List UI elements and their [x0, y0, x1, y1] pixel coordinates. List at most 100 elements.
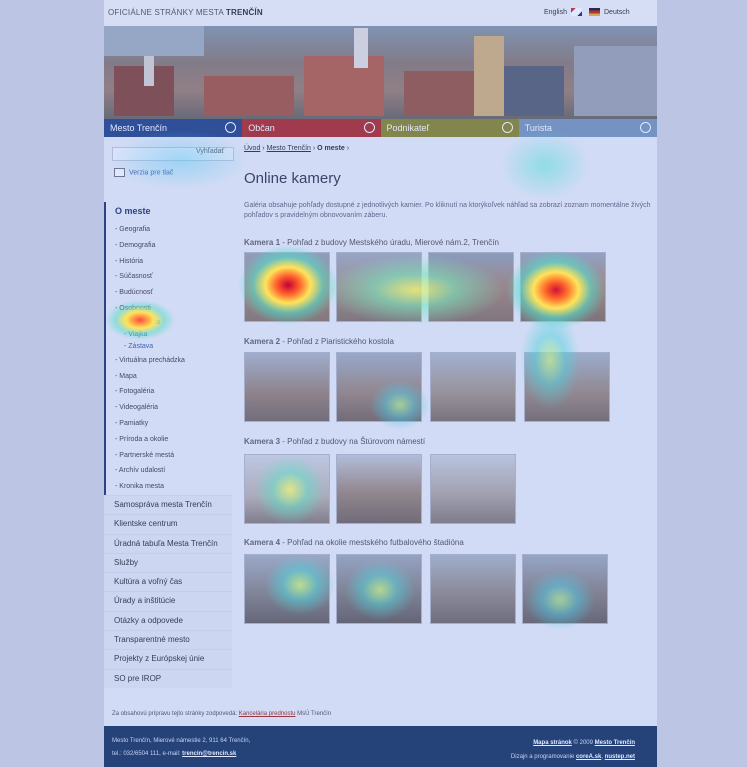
camera-3-thumb-2[interactable] — [336, 454, 422, 524]
uk-flag-icon[interactable] — [571, 8, 582, 16]
camera-3-thumb-1[interactable] — [244, 454, 330, 524]
footer-contact-text: tel.: 032/6504 111, e-mail: — [112, 751, 183, 757]
camera-1-thumb-4[interactable] — [520, 252, 606, 322]
breadcrumb-current: O meste — [317, 145, 345, 152]
sidebar-sub2-label: Zástava — [128, 342, 154, 350]
nav-tab-label: Turista — [524, 123, 552, 133]
sidebar-sub2-item[interactable]: - Vlajka — [104, 328, 232, 341]
camera-4-thumb-2[interactable] — [336, 554, 422, 624]
sidebar-item-uradna-tabula[interactable]: Úradná tabuľa Mesta Trenčín — [104, 533, 232, 553]
sidebar-sub-item[interactable]: - Kronika mesta — [104, 479, 232, 495]
footer-sitemap-link[interactable]: Mapa stránok — [533, 740, 572, 746]
camera-2-thumb-4[interactable] — [524, 352, 610, 422]
sidebar-sub-item[interactable]: - Virtuálna prechádzka — [104, 352, 232, 369]
footnote: Za obsahovú prípravu tejto stránky zodpo… — [112, 711, 331, 717]
sidebar-item-projekty-eu[interactable]: Projekty z Európskej únie — [104, 649, 232, 669]
camera-2-thumb-1[interactable] — [244, 352, 330, 422]
sidebar-sub2-item[interactable]: - Zástava — [104, 340, 232, 353]
sidebar-sub-label: Videogaléria — [119, 404, 159, 412]
footnote-text: Za obsahovú prípravu tejto stránky zodpo… — [112, 711, 239, 717]
sidebar-sub-item[interactable]: - Mapa — [104, 368, 232, 385]
breadcrumb-city[interactable]: Mesto Trenčín — [267, 145, 311, 152]
sidebar-item-sluzby[interactable]: Služby — [104, 552, 232, 573]
page: OFICIÁLNE STRÁNKY MESTA TRENČÍN English … — [0, 0, 747, 767]
de-flag-icon[interactable] — [589, 8, 600, 16]
camera-1-thumb-2[interactable] — [336, 252, 422, 322]
sidebar: O meste - Geografia - Demografia - Histó… — [104, 202, 232, 688]
camera-3-thumb-3[interactable] — [430, 454, 516, 524]
camera-4-thumb-1[interactable] — [244, 554, 330, 624]
sidebar-sub-item[interactable]: - Osobnosti — [104, 300, 232, 317]
sidebar-sub-item[interactable]: - Partnerské mestá — [104, 447, 232, 464]
footer: Mesto Trenčín, Mierové námestie 2, 911 6… — [104, 726, 657, 767]
sidebar-sub2-item[interactable]: - Erb mesta — [104, 316, 232, 329]
nav-tab-label: Občan — [248, 123, 275, 133]
nav-tab-podnikatel[interactable]: Podnikateľ — [380, 119, 519, 137]
footer-design-text: Dizajn a programovanie — [510, 754, 576, 760]
sidebar-item-transparentne[interactable]: Transparentné mesto — [104, 630, 232, 650]
arrow-icon — [363, 122, 375, 133]
sidebar-item-urady[interactable]: Úrady a inštitúcie — [104, 591, 232, 611]
camera-desc: - Pohľad na okolie mestského futbalového… — [280, 538, 464, 547]
footer-design-link-2[interactable]: nustep.net — [605, 754, 635, 760]
sidebar-sub-label: Súčasnosť — [119, 273, 153, 281]
footer-contact: tel.: 032/6504 111, e-mail: trencin@tren… — [112, 751, 236, 757]
nav-tab-turista[interactable]: Turista — [518, 119, 657, 137]
print-link[interactable]: Verzia pre tlač — [114, 168, 173, 177]
sidebar-sub-item[interactable]: - Videogaléria — [104, 400, 232, 416]
camera-desc: - Pohľad z Piaristického kostola — [280, 337, 394, 346]
main-navigation: Mesto Trenčín Občan Podnikateľ Turista — [104, 119, 657, 137]
sidebar-sub-item[interactable]: - Archív udalostí — [104, 463, 232, 480]
lang-deutsch-link[interactable]: Deutsch — [604, 9, 630, 16]
camera-2-thumb-3[interactable] — [430, 352, 516, 422]
site-title[interactable]: OFICIÁLNE STRÁNKY MESTA TRENČÍN — [108, 8, 263, 17]
sidebar-sub-item[interactable]: - Geografia — [104, 222, 232, 238]
sidebar-item-otazky[interactable]: Otázky a odpovede — [104, 610, 232, 631]
sidebar-item-samosprava[interactable]: Samospráva mesta Trenčín — [104, 494, 232, 515]
sidebar-sub-item[interactable]: - Demografia — [104, 237, 232, 254]
camera-label: Kamera 1 — [244, 238, 281, 247]
top-bar: OFICIÁLNE STRÁNKY MESTA TRENČÍN English … — [104, 0, 657, 26]
camera-2-thumb-2[interactable] — [336, 352, 422, 422]
nav-tab-mesto[interactable]: Mesto Trenčín — [104, 119, 243, 137]
page-title: Online kamery — [244, 170, 341, 187]
nav-tab-obcan[interactable]: Občan — [242, 119, 381, 137]
sidebar-sub-label: Fotogaléria — [119, 388, 155, 396]
sidebar-sub2-label: Vlajka — [128, 330, 148, 338]
sidebar-item-so-irop[interactable]: SO pre IROP — [104, 668, 232, 688]
camera-1-thumb-3[interactable] — [428, 252, 514, 322]
lang-english-link[interactable]: English — [544, 9, 567, 16]
footnote-text-post: MsÚ Trenčín — [295, 711, 332, 717]
sidebar-item-o-meste[interactable]: O meste — [104, 202, 232, 222]
camera-4-thumb-4[interactable] — [522, 554, 608, 624]
sidebar-item-klientske-centrum[interactable]: Klientske centrum — [104, 514, 232, 534]
camera-desc: - Pohľad z budovy Mestského úradu, Miero… — [280, 238, 499, 247]
camera-3-title: Kamera 3 - Pohľad z budovy na Štúrovom n… — [244, 437, 425, 446]
nav-tab-label: Mesto Trenčín — [110, 123, 168, 133]
print-label: Verzia pre tlač — [129, 169, 174, 177]
footer-design-line: Dizajn a programovanie coreA.sk, nustep.… — [510, 754, 635, 760]
sidebar-sub-label: Mapa — [119, 372, 137, 380]
search-button[interactable]: Vyhľadať — [196, 148, 224, 155]
footnote-link[interactable]: Kancelária prednostu — [239, 711, 296, 717]
chevron-icon — [225, 122, 237, 133]
sidebar-sub-item[interactable]: - Budúcnosť — [104, 285, 232, 301]
footer-design-link-1[interactable]: coreA.sk — [576, 754, 601, 760]
sidebar-item-kultura[interactable]: Kultúra a voľný čas — [104, 572, 232, 592]
sidebar-sub-item[interactable]: - Súčasnosť — [104, 269, 232, 286]
camera-label: Kamera 4 — [244, 538, 281, 547]
footer-address: Mesto Trenčín, Mierové námestie 2, 911 6… — [112, 738, 251, 744]
sidebar-sub-item[interactable]: - História — [104, 253, 232, 270]
camera-1-thumb-1[interactable] — [244, 252, 330, 322]
sidebar-sub-label: Budúcnosť — [119, 289, 154, 297]
camera-4-thumb-3[interactable] — [430, 554, 516, 624]
breadcrumb: Úvod › Mesto Trenčín › O meste › — [244, 145, 350, 152]
site-title-text: OFICIÁLNE STRÁNKY MESTA — [108, 8, 226, 17]
breadcrumb-home[interactable]: Úvod — [244, 145, 260, 152]
footer-owner-link[interactable]: Mesto Trenčín — [595, 740, 635, 746]
sidebar-sub-item[interactable]: - Pamiatky — [104, 415, 232, 432]
sidebar-sub-item[interactable]: - Príroda a okolie — [104, 431, 232, 448]
footer-email-link[interactable]: trencin@trencin.sk — [182, 751, 236, 757]
sidebar-sub-item[interactable]: - Fotogaléria — [104, 384, 232, 401]
intro-text: Galéria obsahuje pohľady dostupné z jedn… — [244, 202, 651, 219]
